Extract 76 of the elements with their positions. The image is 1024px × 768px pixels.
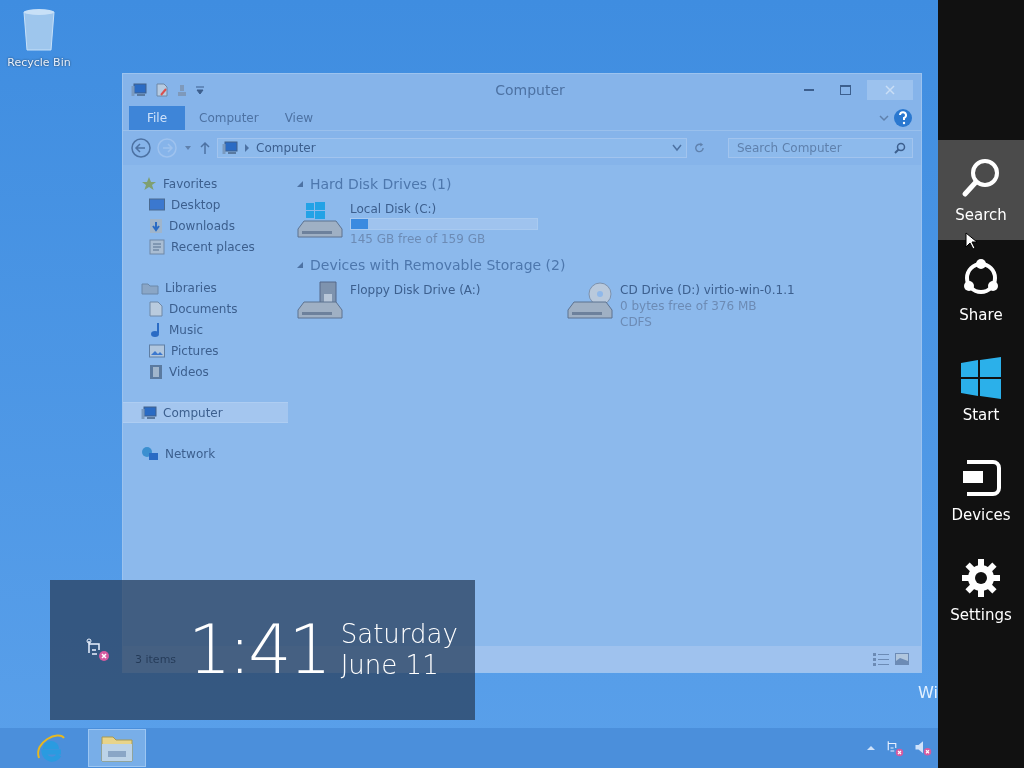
refresh-icon[interactable] [693, 141, 706, 155]
search-icon[interactable] [894, 142, 906, 154]
desktop-icon [149, 197, 165, 212]
network-disconnected-icon[interactable] [886, 739, 904, 757]
charm-button[interactable]: Search [938, 140, 1024, 240]
nav-item[interactable]: Videos [123, 361, 288, 382]
clock-time: 1:41 [188, 616, 329, 684]
documents-icon [149, 300, 163, 317]
downloads-icon [149, 217, 163, 234]
file-tab[interactable]: File [129, 106, 185, 130]
nav-item[interactable]: Libraries [123, 277, 288, 298]
help-icon[interactable] [891, 106, 915, 130]
properties-icon[interactable] [155, 83, 169, 97]
dropdown-caret-icon[interactable] [672, 144, 682, 152]
charm-button[interactable]: Devices [938, 440, 1024, 540]
address-bar[interactable]: Computer [217, 138, 687, 158]
desktop-text: Wi [918, 683, 938, 702]
details-view-icon[interactable] [873, 652, 889, 666]
nav-item[interactable]: Downloads [123, 215, 288, 236]
windows-logo-icon [959, 356, 1003, 400]
charm-button[interactable]: Share [938, 240, 1024, 340]
floppy-drive-icon [296, 280, 344, 320]
ribbon-tab[interactable]: Computer [187, 106, 271, 130]
window-title: Computer [494, 82, 566, 98]
search-field[interactable]: Search Computer [727, 138, 913, 158]
ribbon-tab[interactable]: View [272, 106, 326, 130]
clock-date: June 11 [340, 650, 440, 682]
show-hidden-icons-icon[interactable] [866, 745, 876, 751]
recent-icon [149, 238, 165, 255]
recycle-bin-icon[interactable] [21, 6, 57, 52]
nav-item[interactable]: Computer [123, 402, 288, 423]
nav-item[interactable]: Music [123, 319, 288, 340]
drive-name: Floppy Disk Drive (A:) [350, 283, 481, 297]
back-button[interactable] [131, 138, 151, 158]
browser-icon [35, 732, 67, 764]
customize-caret-icon[interactable] [195, 85, 205, 95]
mouse-pointer-icon [965, 232, 977, 250]
speaker-muted-icon[interactable] [914, 739, 932, 757]
hard-drive-icon [296, 199, 344, 239]
charm-button[interactable]: Settings [938, 540, 1024, 640]
network-disconnected-icon [86, 638, 110, 662]
computer-icon[interactable] [131, 83, 147, 97]
up-arrow-icon [199, 141, 211, 155]
cd-drive-icon [566, 280, 614, 320]
expand-arrow-icon[interactable] [296, 261, 304, 269]
charm-button[interactable]: Start [938, 340, 1024, 440]
nav-item[interactable]: Recent places [123, 236, 288, 257]
clock-day: Saturday [340, 618, 458, 650]
settings-icon [959, 556, 1003, 600]
nav-item[interactable]: Documents [123, 298, 288, 319]
folder-icon [100, 733, 134, 763]
nav-item[interactable]: Network [123, 443, 288, 464]
minimize-icon [804, 88, 814, 92]
pictures-icon [149, 343, 165, 358]
drive-name: CD Drive (D:) virtio-win-0.1.1 [620, 283, 795, 297]
icon-label: Recycle Bin [7, 56, 71, 69]
address-text: Computer [256, 141, 317, 155]
taskbar-app[interactable] [88, 729, 146, 767]
favorites-icon [141, 175, 157, 192]
chevron-icon[interactable] [244, 144, 250, 152]
expand-arrow-icon[interactable] [296, 180, 304, 188]
drive-item[interactable]: Floppy Disk Drive (A:) [296, 280, 546, 329]
nav-item[interactable]: Desktop [123, 194, 288, 215]
maximize-icon [839, 85, 851, 95]
libraries-icon [141, 280, 159, 295]
up-button[interactable] [199, 141, 211, 155]
close-icon [885, 85, 895, 95]
large-icons-view-icon[interactable] [895, 653, 909, 665]
drive-name: Local Disk (C:) [350, 202, 438, 216]
videos-icon [149, 363, 163, 380]
section-header: Devices with Removable Storage (2) [310, 257, 566, 273]
nav-item[interactable]: Pictures [123, 340, 288, 361]
nav-item[interactable]: Favorites [123, 173, 288, 194]
computer-icon [222, 141, 238, 155]
computer-icon [141, 405, 157, 420]
section-header: Hard Disk Drives (1) [310, 176, 452, 192]
